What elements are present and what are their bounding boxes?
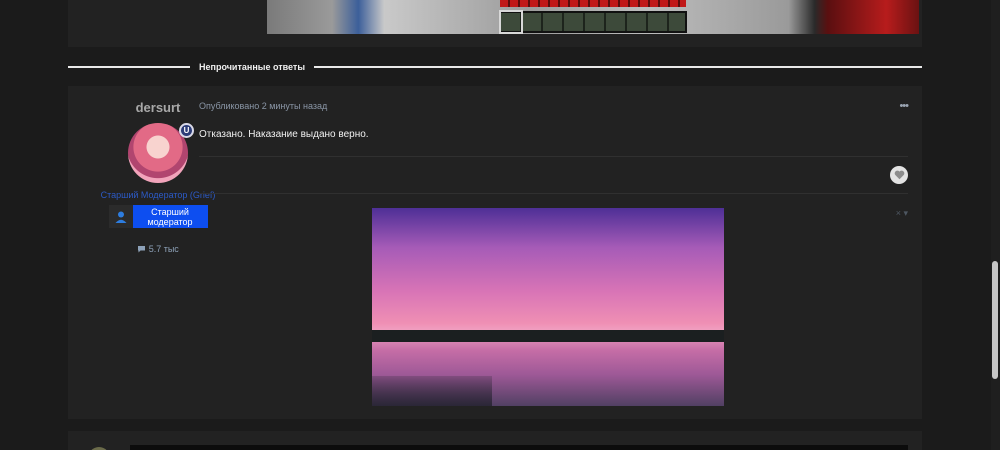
- scrollbar-thumb[interactable]: [992, 261, 998, 379]
- previous-post: [68, 0, 922, 47]
- next-post: [68, 431, 922, 450]
- signature-close-button[interactable]: × ▾: [896, 208, 908, 219]
- post-count-value: 5.7 тыс: [148, 244, 179, 254]
- health-bar: [500, 0, 686, 7]
- avatar-wrap: U: [128, 123, 194, 183]
- rank-label: Старший модератор: [132, 205, 208, 228]
- unread-divider-label: Непрочитанные ответы: [190, 60, 315, 74]
- scrollbar-track[interactable]: [991, 0, 1000, 450]
- post-content: Опубликовано 2 минуты назад ••• Отказано…: [199, 86, 909, 419]
- post-text: Отказано. Наказание выдано верно.: [199, 129, 369, 140]
- post-timestamp[interactable]: Опубликовано 2 минуты назад: [199, 101, 327, 111]
- next-post-content: [130, 445, 908, 450]
- heart-icon: [894, 170, 904, 180]
- shield-badge-icon: U: [179, 123, 194, 138]
- signature-image[interactable]: [372, 208, 724, 406]
- post-menu-button[interactable]: •••: [899, 100, 909, 112]
- forum-post: dersurt U Старший Модератор (Grief) Стар…: [68, 86, 922, 419]
- speech-bubble-icon: [137, 244, 149, 254]
- game-screenshot[interactable]: [267, 0, 919, 34]
- post-separator: [199, 156, 908, 157]
- author-rank: Старший модератор: [108, 205, 208, 228]
- user-icon: [108, 205, 133, 228]
- hotbar-selected-slot: [499, 10, 523, 34]
- photo-treeline: [372, 322, 724, 342]
- hotbar: [499, 11, 687, 33]
- like-button[interactable]: [890, 166, 908, 184]
- photo-shore: [372, 376, 492, 406]
- signature-separator: [199, 193, 908, 194]
